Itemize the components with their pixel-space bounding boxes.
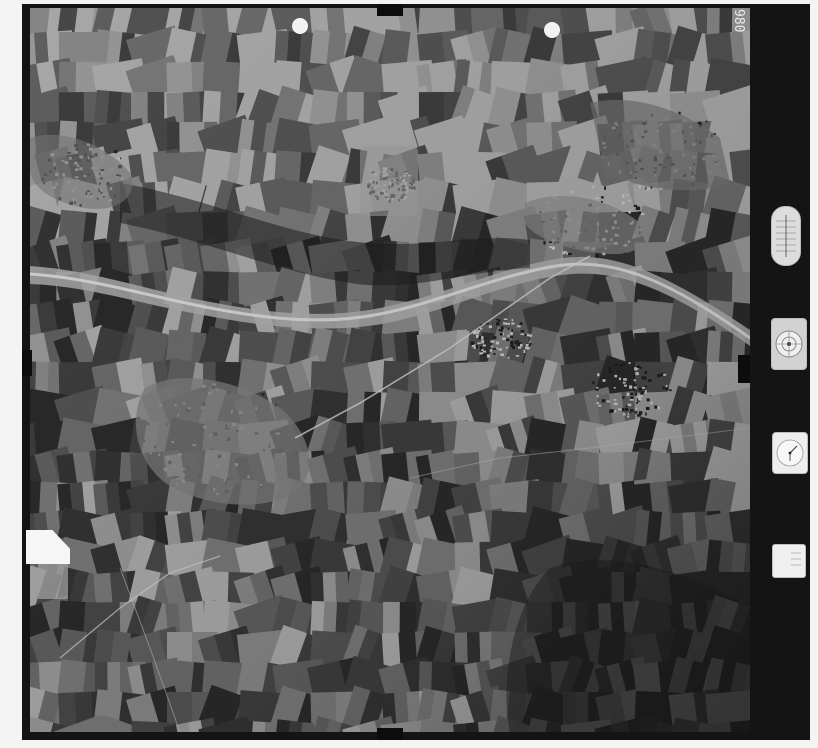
fiducial-top [377,4,403,16]
fiducial-left [22,350,32,376]
registration-dot-right [544,22,560,38]
aerial-photo [30,8,750,732]
frame-number: 980 [727,9,749,33]
frame-number-text: 980 [731,9,746,33]
altimeter-dial-icon [771,206,801,266]
fiducial-right [738,355,750,383]
level-bubble-icon [772,432,808,474]
fiducial-bottom [377,728,403,740]
registration-dot-left [292,18,308,34]
clock-dial-icon [771,318,807,370]
data-card-icon [772,544,806,578]
aerial-terrain [30,8,750,732]
vignette-overlay [30,8,750,732]
